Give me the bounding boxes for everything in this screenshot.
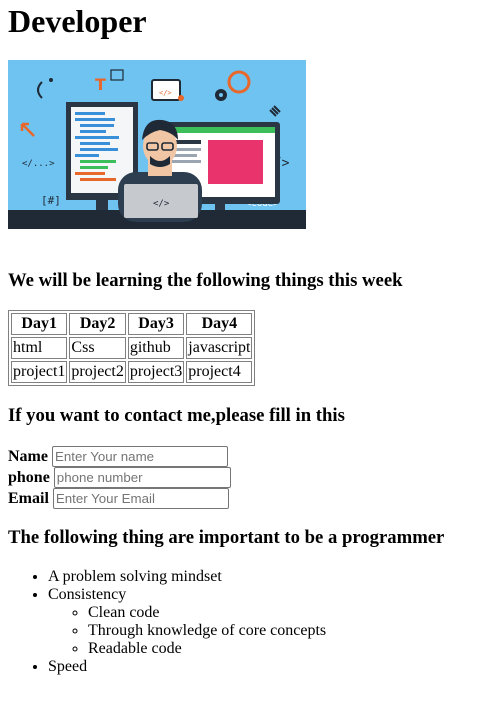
table-cell: html <box>11 337 68 359</box>
page-title: Developer <box>8 3 147 39</box>
table-header-row: Day1 Day2 Day3 Day4 <box>11 313 253 335</box>
table-cell: project1 <box>11 361 68 383</box>
email-input[interactable] <box>52 488 229 509</box>
important-heading: The following thing are important to be … <box>8 527 445 548</box>
name-input[interactable] <box>51 446 228 467</box>
sub-list-item: Readable code <box>88 640 326 658</box>
phone-input[interactable] <box>53 467 231 488</box>
table-row: html Css github javascript <box>11 337 253 359</box>
table-row: project1 project2 project3 project4 <box>11 361 253 383</box>
table-cell: project2 <box>69 361 126 383</box>
list-item-text: A problem solving mindset <box>48 568 222 585</box>
table-cell: Css <box>69 337 126 359</box>
learning-heading: We will be learning the following things… <box>8 270 403 291</box>
sub-list-item: Through knowledge of core concepts <box>88 622 326 640</box>
weekly-schedule-table: Day1 Day2 Day3 Day4 html Css github java… <box>8 310 256 386</box>
list-item: Consistency Clean code Through knowledge… <box>48 586 326 658</box>
text-tool-icon: T <box>95 75 106 94</box>
email-label: Email <box>8 489 49 507</box>
list-item-text: Speed <box>48 658 88 675</box>
consistency-sublist: Clean code Through knowledge of core con… <box>48 604 326 658</box>
table-cell: project4 <box>186 361 253 383</box>
table-cell: javascript <box>186 337 253 359</box>
list-item: A problem solving mindset <box>48 568 326 586</box>
column-header: Day4 <box>186 313 253 335</box>
table-cell: github <box>127 337 185 359</box>
column-header: Day2 <box>69 313 126 335</box>
column-header: Day1 <box>11 313 68 335</box>
developer-illustration: T </> </...> [#] </> <code> </> <box>8 60 306 229</box>
email-row: Email <box>8 488 231 509</box>
list-item-text: Consistency <box>48 586 127 603</box>
phone-label: phone <box>8 468 50 486</box>
svg-text:[#]: [#] <box>41 194 61 207</box>
svg-text:</>: </> <box>159 89 172 97</box>
sub-list-item-text: Clean code <box>88 604 160 621</box>
svg-text:</>: </> <box>153 199 170 209</box>
skills-list: A problem solving mindset Consistency Cl… <box>8 568 326 676</box>
contact-form: Name phone Email <box>8 446 231 509</box>
table-cell: project3 <box>127 361 185 383</box>
contact-heading: If you want to contact me,please fill in… <box>8 405 345 426</box>
name-row: Name <box>8 446 231 467</box>
phone-row: phone <box>8 467 231 488</box>
column-header: Day3 <box>127 313 185 335</box>
sub-list-item: Clean code <box>88 604 326 622</box>
svg-text:</...>: </...> <box>22 159 55 169</box>
name-label: Name <box>8 447 48 465</box>
list-item: Speed <box>48 658 326 676</box>
sub-list-item-text: Readable code <box>88 640 182 657</box>
sub-list-item-text: Through knowledge of core concepts <box>88 622 327 639</box>
